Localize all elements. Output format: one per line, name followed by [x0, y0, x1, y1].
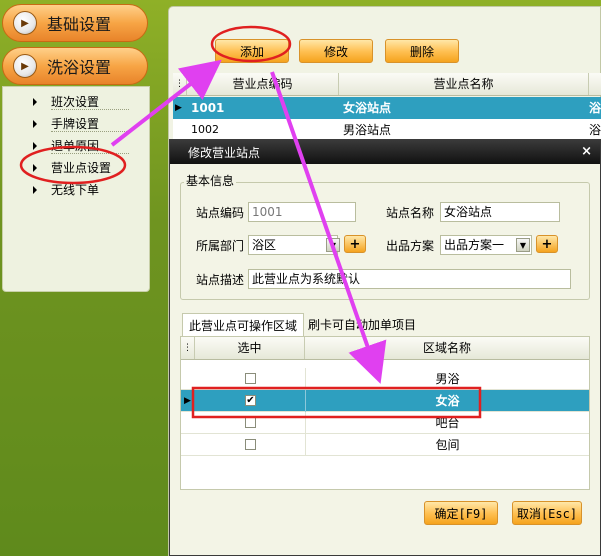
play-icon: ▶ — [13, 54, 37, 78]
column-header-name[interactable]: 营业点名称 — [339, 73, 589, 95]
sidebar-item-wireless-order[interactable]: 无线下单 — [33, 181, 99, 198]
triangle-right-icon — [33, 119, 37, 128]
add-label: 添加 — [239, 44, 264, 59]
desc-label: 站点描述 — [196, 273, 245, 287]
triangle-right-icon — [33, 163, 37, 172]
area-grid: ⋮ 选中 区域名称 男浴 ▶ ✔ 女浴 吧台 包间 — [180, 336, 590, 490]
chevron-down-icon[interactable]: ▼ — [326, 238, 340, 252]
cell-area-name: 吧台 — [305, 412, 589, 434]
sidebar-item-label: 班次设置 — [51, 95, 100, 109]
sidebar-item-hand-tag[interactable]: 手牌设置 — [33, 115, 99, 132]
area-grid-header: ⋮ 选中 区域名称 — [181, 337, 589, 360]
table-row[interactable]: 包间 — [181, 434, 589, 456]
triangle-right-icon — [33, 97, 37, 106]
cell-extra: 浴 — [589, 101, 601, 115]
category-basic-settings[interactable]: ▶ 基础设置 — [2, 4, 148, 42]
name-field[interactable]: 女浴站点 — [440, 202, 560, 222]
add-button[interactable]: 添加 — [215, 39, 289, 63]
dept-select[interactable]: 浴区 — [248, 235, 338, 255]
sidebar-item-label: 退单原因 — [51, 139, 100, 153]
column-header-code[interactable]: 营业点编码 — [187, 73, 339, 95]
cell-name: 男浴站点 — [343, 123, 392, 137]
add-plan-button[interactable]: + — [536, 235, 558, 253]
submenu: 班次设置 手牌设置 退单原因 营业点设置 无线下单 — [2, 86, 150, 292]
grid-header: ⋮ 营业点编码 营业点名称 — [173, 73, 601, 96]
delete-button[interactable]: 删除 — [385, 39, 459, 63]
sidebar-item-label: 营业点设置 — [51, 161, 112, 175]
checkbox-checked[interactable]: ✔ — [245, 395, 256, 406]
category-label: 洗浴设置 — [47, 58, 112, 77]
row-indicator-icon: ⋮ — [173, 73, 187, 95]
delete-label: 删除 — [409, 44, 434, 59]
table-row[interactable]: 1002 男浴站点 浴 — [173, 119, 601, 141]
column-header-selected[interactable]: 选中 — [195, 337, 305, 359]
sidebar-item-business-point[interactable]: 营业点设置 — [33, 159, 111, 176]
code-field[interactable]: 1001 — [248, 202, 356, 222]
sidebar-item-label: 无线下单 — [51, 183, 100, 197]
ok-button[interactable]: 确定[F9] — [424, 501, 498, 525]
table-row[interactable]: 吧台 — [181, 412, 589, 434]
category-label: 基础设置 — [47, 15, 112, 34]
table-row[interactable]: 男浴 — [181, 368, 589, 390]
name-label: 站点名称 — [386, 206, 435, 220]
dept-label: 所属部门 — [196, 239, 245, 253]
cell-area-name: 女浴 — [305, 390, 589, 412]
add-dept-button[interactable]: + — [344, 235, 366, 253]
dialog-title-bar: 修改营业站点 × — [170, 140, 600, 164]
column-header-area-name[interactable]: 区域名称 — [305, 337, 589, 359]
checkbox[interactable] — [245, 439, 256, 450]
table-row[interactable]: ▶ ✔ 女浴 — [181, 390, 589, 412]
section-title: 基本信息 — [184, 172, 237, 189]
current-row-icon: ▶ — [175, 103, 182, 113]
code-label: 站点编码 — [196, 206, 245, 220]
triangle-right-icon — [33, 185, 37, 194]
plan-label: 出品方案 — [386, 239, 435, 253]
current-row-icon: ▶ — [184, 396, 191, 406]
cell-extra: 浴 — [589, 123, 601, 137]
sidebar-item-shift[interactable]: 班次设置 — [33, 93, 99, 110]
divider — [51, 109, 129, 110]
category-bath-settings[interactable]: ▶ 洗浴设置 — [2, 47, 148, 85]
edit-button[interactable]: 修改 — [299, 39, 373, 63]
chevron-down-icon[interactable]: ▼ — [516, 238, 530, 252]
triangle-right-icon — [33, 141, 37, 150]
edit-label: 修改 — [323, 44, 348, 59]
cell-code: 1001 — [191, 101, 225, 115]
sidebar-item-refund-reason[interactable]: 退单原因 — [33, 137, 99, 154]
cell-code: 1002 — [191, 123, 219, 136]
sidebar-item-label: 手牌设置 — [51, 117, 100, 131]
cell-area-name: 男浴 — [305, 368, 589, 390]
cell-name: 女浴站点 — [343, 101, 392, 115]
table-row[interactable]: ▶ 1001 女浴站点 浴 — [173, 97, 601, 119]
dialog-title: 修改营业站点 — [188, 145, 261, 160]
play-icon: ▶ — [13, 11, 37, 35]
divider — [51, 131, 129, 132]
tab-operable-areas[interactable]: 此营业点可操作区域 — [182, 313, 305, 337]
sidebar: ▶ 基础设置 ▶ 洗浴设置 班次设置 手牌设置 退单原因 营业点设置 无线下单 — [0, 0, 152, 556]
divider — [51, 153, 129, 154]
tab-auto-add-items[interactable]: 刷卡可自动加单项目 — [302, 313, 422, 337]
checkbox[interactable] — [245, 417, 256, 428]
cancel-button[interactable]: 取消[Esc] — [512, 501, 582, 525]
checkbox[interactable] — [245, 373, 256, 384]
cell-area-name: 包间 — [305, 434, 589, 456]
row-indicator-icon: ⋮ — [181, 337, 195, 359]
close-icon[interactable]: × — [581, 144, 592, 159]
edit-site-dialog: 修改营业站点 × 基本信息 站点编码 1001 站点名称 女浴站点 所属部门 浴… — [169, 139, 601, 556]
desc-field[interactable]: 此营业点为系统默认 — [248, 269, 571, 289]
